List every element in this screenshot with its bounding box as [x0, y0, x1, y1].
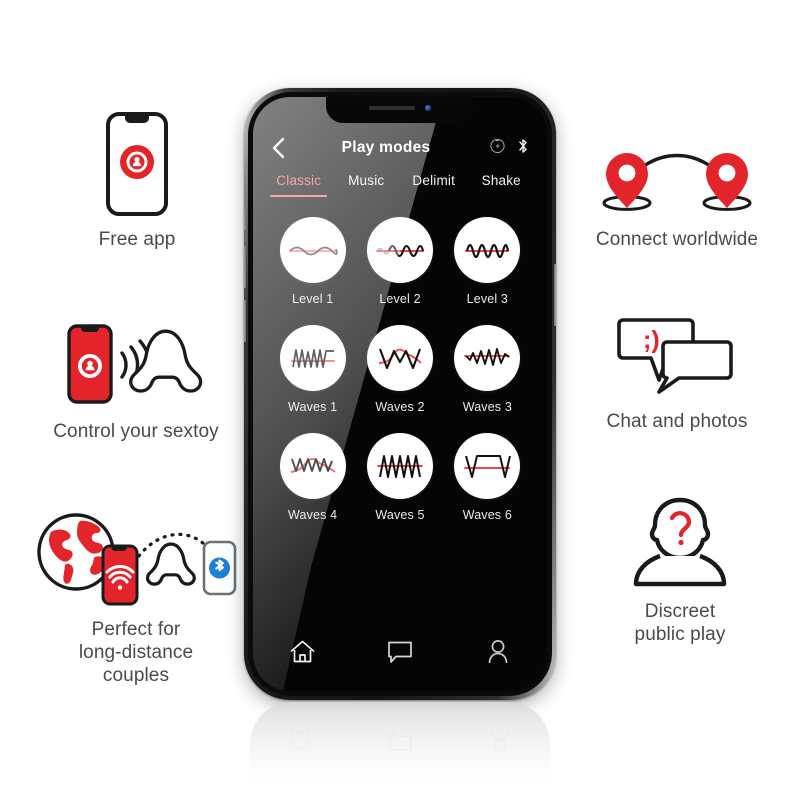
mode-label: Waves 6: [462, 508, 512, 522]
phone-signal-toy-icon: [48, 322, 224, 408]
waveform-waves-2-icon: [366, 325, 433, 391]
mode-label: Waves 5: [375, 508, 425, 522]
feature-caption: Discreet public play: [635, 600, 726, 646]
mode-label: Waves 1: [288, 400, 338, 414]
battery-circle-icon[interactable]: [489, 137, 506, 159]
mode-level-2[interactable]: Level 2: [356, 217, 443, 306]
feature-long-distance: Perfect for long-distance couples: [28, 512, 244, 688]
page-title: Play modes: [341, 139, 431, 156]
reflection-body: [250, 702, 550, 798]
mode-waves-1[interactable]: Waves 1: [269, 325, 356, 414]
waveform-waves-6-icon: [454, 433, 521, 499]
volume-down-button[interactable]: [243, 300, 246, 342]
mode-label: Level 3: [466, 292, 508, 306]
poster-root: Free app Control your sextoy Perfect for…: [0, 0, 800, 800]
waveform-level-2-icon: [366, 217, 433, 283]
waveform-waves-4-icon: [279, 433, 346, 499]
app-header: Play modes: [253, 127, 547, 169]
caption-line-2: long-distance: [78, 642, 194, 664]
feature-chat-photos: ;) Chat and photos: [594, 312, 760, 433]
caption-line-2: public play: [634, 624, 726, 646]
mode-label: Waves 4: [288, 508, 338, 522]
mode-waves-6[interactable]: Waves 6: [444, 433, 531, 522]
phone-reflection: [250, 702, 550, 798]
mode-label: Level 1: [291, 292, 334, 306]
caption-line-1: Perfect for: [91, 619, 181, 640]
mode-level-3[interactable]: Level 3: [444, 217, 531, 306]
mode-level-1[interactable]: Level 1: [269, 217, 356, 306]
phone-app-logo-icon: [106, 112, 168, 216]
bluetooth-icon[interactable]: [517, 137, 529, 160]
waveform-waves-1-icon: [279, 325, 346, 391]
anonymous-person-question-icon: [620, 492, 740, 588]
nav-chat[interactable]: [351, 640, 449, 665]
feature-discreet-play: Discreet public play: [600, 492, 760, 646]
power-button[interactable]: [554, 264, 557, 326]
feature-caption: Connect worldwide: [595, 229, 759, 250]
waveform-waves-5-icon: [366, 433, 433, 499]
tab-shake[interactable]: Shake: [468, 173, 536, 197]
bottom-navigation: [253, 627, 547, 677]
app-header-icons: [475, 137, 529, 160]
chevron-left-icon[interactable]: [271, 137, 297, 159]
mode-waves-2[interactable]: Waves 2: [356, 325, 443, 414]
speech-bubbles-smiley-icon: ;): [615, 312, 739, 398]
app-screen-play-modes: Play modes Classic Music Delimit Shake L…: [253, 97, 547, 691]
tab-music[interactable]: Music: [333, 173, 401, 197]
earpiece-speaker: [369, 106, 415, 110]
mode-tabs: Classic Music Delimit Shake: [253, 173, 547, 207]
feature-caption: Free app: [98, 229, 176, 250]
reflection-home-icon: [250, 727, 350, 753]
feature-caption: Perfect for long-distance couples: [79, 618, 193, 688]
mode-waves-4[interactable]: Waves 4: [269, 433, 356, 522]
caption-line-3: couples: [102, 665, 170, 687]
play-modes-grid: Level 1 Level 2 Level 3 Waves 1 Waves 2 …: [253, 217, 547, 522]
tab-classic[interactable]: Classic: [265, 173, 333, 197]
caption-line-1: Discreet: [644, 601, 716, 622]
phone-notch: [326, 97, 474, 123]
reflection-chat-icon: [350, 728, 450, 753]
phone-screen: Play modes Classic Music Delimit Shake L…: [253, 97, 547, 691]
reflection-nav-icons: [250, 720, 550, 760]
smiley-text: ;): [643, 326, 660, 354]
waveform-level-3-icon: [454, 217, 521, 283]
mode-waves-3[interactable]: Waves 3: [444, 325, 531, 414]
tab-delimit[interactable]: Delimit: [400, 173, 468, 197]
feature-caption: Chat and photos: [606, 411, 748, 432]
waveform-level-1-icon: [279, 217, 346, 283]
two-map-pins-arc-icon: [591, 140, 763, 216]
smartphone-mockup: Play modes Classic Music Delimit Shake L…: [243, 88, 557, 700]
feature-control-sextoy: Control your sextoy: [22, 322, 250, 443]
feature-caption: Control your sextoy: [53, 421, 219, 442]
mode-label: Waves 2: [375, 400, 425, 414]
feature-free-app: Free app: [48, 112, 226, 251]
mode-label: Level 2: [379, 292, 421, 306]
front-camera-icon: [425, 105, 431, 111]
volume-up-button[interactable]: [243, 246, 246, 288]
waveform-waves-3-icon: [454, 325, 521, 391]
mode-waves-5[interactable]: Waves 5: [356, 433, 443, 522]
feature-connect-worldwide: Connect worldwide: [582, 140, 772, 251]
mute-switch[interactable]: [243, 206, 246, 230]
reflection-profile-icon: [450, 727, 550, 753]
globe-phone-toy-bluetooth-icon: [33, 512, 239, 606]
nav-home[interactable]: [253, 639, 351, 665]
reflection-fade: [250, 702, 550, 798]
nav-profile[interactable]: [449, 639, 547, 665]
mode-label: Waves 3: [462, 400, 512, 414]
